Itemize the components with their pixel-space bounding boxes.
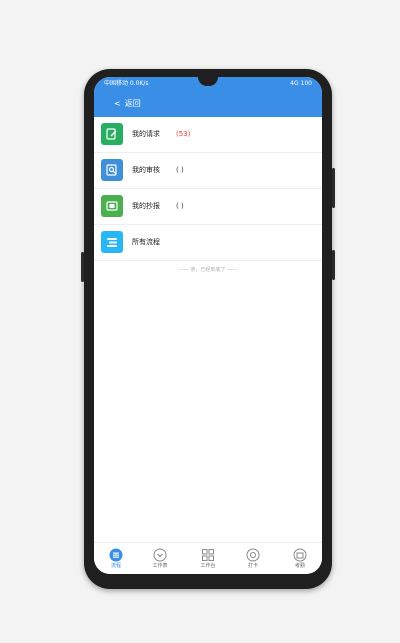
end-of-list-text: —— 亲，已经到底了 —— (178, 267, 238, 273)
list-item-label: 我的审核 (132, 166, 160, 174)
status-left-text: 中国移动 0.0K/s (104, 80, 149, 87)
list-item-my-requests[interactable]: 我的请求 (53) (94, 117, 322, 153)
tab-label: 考勤 (294, 563, 305, 569)
phone-side-button (81, 252, 84, 282)
attendance-icon (293, 547, 307, 562)
search-document-icon (101, 159, 123, 181)
tab-label: 工作表 (152, 563, 168, 569)
list-item-label: 所有流程 (132, 238, 160, 246)
tab-label: 流程 (110, 563, 121, 569)
tab-worksheet[interactable]: 工作表 (140, 546, 180, 574)
flow-list-icon (101, 231, 123, 253)
list-item-label: 我的抄报 (132, 202, 160, 210)
count-badge: ( ) (176, 166, 184, 174)
count-badge: ( ) (176, 202, 184, 210)
list-item-my-cc[interactable]: 我的抄报 ( ) (94, 189, 322, 225)
back-label: 返回 (124, 99, 141, 108)
bottom-tab-bar: 流程 工作表 工作台 打卡 考勤 (94, 542, 322, 574)
menu-list: 我的请求 (53) 我的审核 ( ) 我的抄报 ( ) 所有流程 (94, 117, 322, 261)
report-icon (101, 195, 123, 217)
nav-bar: < 返回 (94, 91, 322, 117)
phone-side-button (332, 168, 335, 208)
worksheet-icon (153, 547, 167, 562)
back-button[interactable]: < 返回 (114, 98, 141, 110)
flow-icon (109, 547, 123, 562)
tab-clock-in[interactable]: 打卡 (233, 546, 273, 574)
list-item-all-flows[interactable]: 所有流程 (94, 225, 322, 261)
phone-side-button (332, 250, 335, 280)
grid-icon (201, 547, 215, 561)
tab-attendance[interactable]: 考勤 (280, 546, 320, 574)
count-badge: (53) (176, 130, 191, 138)
status-right-text: 4G 100 (290, 80, 312, 87)
edit-document-icon (101, 123, 123, 145)
phone-screen: 中国移动 0.0K/s 4G 100 < 返回 我的请求 (53) 我的审核 (… (94, 77, 322, 574)
clock-in-icon (246, 547, 260, 562)
chevron-left-icon: < (114, 99, 121, 108)
tab-flow[interactable]: 流程 (96, 546, 136, 574)
list-item-label: 我的请求 (132, 130, 160, 138)
tab-label: 打卡 (247, 563, 258, 569)
tab-workbench[interactable]: 工作台 (188, 546, 228, 574)
list-item-my-reviews[interactable]: 我的审核 ( ) (94, 153, 322, 189)
tab-label: 工作台 (200, 563, 216, 569)
